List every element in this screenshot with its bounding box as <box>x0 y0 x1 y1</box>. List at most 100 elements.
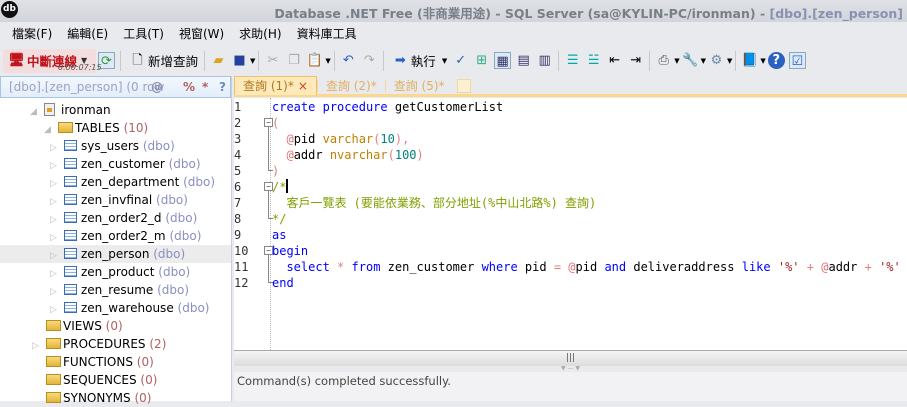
tree-item[interactable]: SYNONYMS (0) <box>32 389 151 407</box>
tree-item[interactable]: ▷ sys_users (dbo) <box>50 137 175 155</box>
tree-item[interactable]: ▷ zen_order2_m (dbo) <box>50 227 201 245</box>
new-query-button[interactable]: 🗋 新增查詢 <box>124 49 201 73</box>
help-icon[interactable]: ? <box>767 52 785 69</box>
code-line: 客戶一覽表 (要能依業務、部分地址(%中山北路%) 查詢) <box>272 195 596 211</box>
uncomment-icon[interactable]: ☱ <box>585 52 602 69</box>
new-tab-button[interactable] <box>456 78 471 93</box>
redo-icon[interactable]: ↷ <box>361 52 378 69</box>
print-dropdown-icon[interactable]: ▼ <box>674 57 679 65</box>
check-syntax-icon[interactable]: ✓ <box>452 52 469 69</box>
disconnect-button[interactable]: 🖥 中斷連線 ▼ 0.00:07:15 <box>3 48 102 73</box>
table-name: zen_customer <box>81 157 165 171</box>
tree-item[interactable]: ▷ zen_resume (dbo) <box>50 281 189 299</box>
line-number: 7 <box>234 196 242 210</box>
tree-item[interactable]: ◢ ironman <box>30 101 111 119</box>
outdent-icon[interactable]: ⇤ <box>606 52 623 69</box>
open-folder-icon[interactable]: ▰ <box>210 52 227 69</box>
code-token: deliveraddress <box>626 260 742 274</box>
menu-item[interactable]: 工具(T) <box>121 22 177 46</box>
comment-icon[interactable]: ☰ <box>564 52 581 69</box>
execute-dropdown-icon[interactable]: ▼ <box>442 57 447 65</box>
tree-item[interactable]: VIEWS (0) <box>32 317 123 335</box>
tree-item[interactable]: ▷ zen_customer (dbo) <box>50 155 201 173</box>
messages-pane: Command(s) completed successfully. <box>234 372 907 401</box>
code-token: begin <box>272 244 309 258</box>
results-file-icon[interactable]: ▥ <box>536 52 553 69</box>
tree-label: SYNONYMS <box>63 391 131 405</box>
sql-editor[interactable]: 1 create procedure getCustomerList 2−(3 @p… <box>234 98 907 350</box>
tree-item[interactable]: FUNCTIONS (0) <box>32 353 154 371</box>
code-token: ( <box>387 148 395 162</box>
paste-dropdown-icon[interactable]: ▼ <box>325 57 330 65</box>
sql-dropdown-icon[interactable]: ▼ <box>701 57 706 65</box>
table-owner: (dbo) <box>169 229 202 243</box>
tab-query[interactable]: 查詢 (2)* <box>318 77 385 95</box>
code-line: @pid varchar(10), <box>272 131 409 147</box>
settings-gear-icon[interactable]: ⚙ <box>708 52 725 69</box>
settings-dropdown-icon[interactable]: ▼ <box>727 57 732 65</box>
query-plan-icon[interactable]: ⊞ <box>473 52 490 69</box>
execute-button[interactable]: ➡ 執行 ▼ <box>387 49 450 73</box>
tree-item[interactable]: ▷ zen_product (dbo) <box>50 263 190 281</box>
save-dropdown-icon[interactable]: ▼ <box>250 57 255 65</box>
help-dropdown-icon[interactable]: ▼ <box>760 57 765 65</box>
star-icon[interactable]: * <box>202 77 208 97</box>
percent-icon[interactable]: % <box>183 77 195 97</box>
expand-arrow-icon[interactable]: ◢ <box>30 103 44 121</box>
sql-tools-icon[interactable]: 🔧 <box>682 52 699 69</box>
code-token: '%' <box>879 260 901 274</box>
tree-item[interactable]: ▷ zen_warehouse (dbo) <box>50 299 209 317</box>
code-token: @ <box>568 260 576 274</box>
tab-label: 查詢 (2)* <box>325 78 377 93</box>
tab-query[interactable]: 查詢 (1)* × <box>234 76 317 95</box>
tree-count: (0) <box>134 391 152 405</box>
tree-item[interactable]: SEQUENCES (0) <box>32 371 157 389</box>
menu-item[interactable]: 求助(H) <box>237 22 294 46</box>
paste-icon[interactable]: 📋 <box>306 52 323 69</box>
tree-item[interactable]: ◢ TABLES (10) <box>44 119 148 137</box>
tree-label: FUNCTIONS <box>63 355 133 369</box>
code-token: from <box>351 260 381 274</box>
undo-icon[interactable]: ↶ <box>340 52 357 69</box>
close-icon[interactable]: × <box>298 79 308 93</box>
results-text-icon[interactable]: ▤ <box>515 52 532 69</box>
parameter-icon[interactable]: @ <box>151 77 163 97</box>
menu-item[interactable]: 資料庫工具 <box>295 22 370 46</box>
print-icon[interactable]: ⎙ <box>655 52 672 69</box>
tree-item[interactable]: ▷ PROCEDURES (2) <box>32 335 166 353</box>
line-number: 2 <box>234 116 242 130</box>
code-token: getCustomerList <box>387 100 504 114</box>
copy-icon[interactable]: ❐ <box>285 52 302 69</box>
tree-item[interactable]: ▷ zen_department (dbo) <box>50 173 215 191</box>
line-number: 3 <box>234 132 242 146</box>
tree-item[interactable]: ▷ zen_invfinal (dbo) <box>50 191 188 209</box>
checklist-icon[interactable]: ☑ <box>788 52 806 69</box>
menu-item[interactable]: 視窗(W) <box>177 22 237 46</box>
tree-item[interactable]: ▷ zen_order2_d (dbo) <box>50 209 197 227</box>
code-line: end <box>272 275 294 291</box>
code-line: begin <box>272 243 308 259</box>
line-number: 10 <box>234 244 249 258</box>
cut-icon[interactable]: ✂ <box>264 52 281 69</box>
folder-icon <box>46 392 61 403</box>
code-token: 客戶一覽表 (要能依業務、部分地址(%中山北路%) 查詢) <box>272 196 597 210</box>
tree-item[interactable]: ▷ zen_person (dbo) <box>0 245 231 263</box>
help-book-icon[interactable]: 📘 <box>741 52 758 69</box>
status-message: Command(s) completed successfully. <box>237 374 451 388</box>
arrow-right-icon: ➡ <box>394 53 406 68</box>
tab-query[interactable]: 查詢 (5)* <box>386 77 453 95</box>
code-token: @ <box>286 148 294 162</box>
menu-item[interactable]: 編輯(E) <box>65 22 121 46</box>
help-icon[interactable]: ? <box>219 77 226 97</box>
new-document-icon: 🗋 <box>132 53 143 68</box>
table-icon <box>64 284 77 295</box>
computer-disconnect-icon: 🖥 <box>8 53 25 68</box>
horizontal-scrollbar[interactable]: ||| <box>234 350 907 366</box>
results-grid-icon[interactable]: ▦ <box>494 52 512 69</box>
indent-icon[interactable]: ⇥ <box>627 52 644 69</box>
save-icon[interactable]: ■ <box>231 52 248 69</box>
menu-item[interactable]: 檔案(F) <box>10 22 65 46</box>
